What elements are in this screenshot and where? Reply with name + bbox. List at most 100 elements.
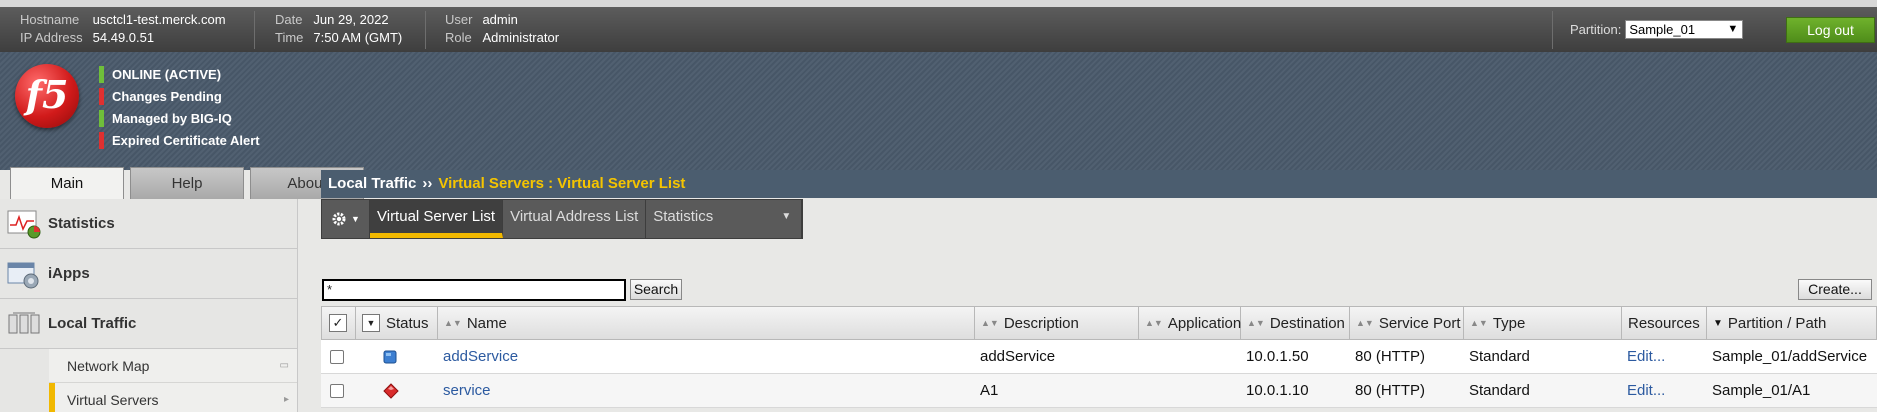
column-header-label: Name bbox=[466, 314, 507, 332]
row-select-cell bbox=[321, 374, 355, 407]
tab-statistics-label: Statistics bbox=[653, 208, 714, 225]
status-cell bbox=[355, 374, 437, 407]
f5-logo: f5 bbox=[15, 64, 79, 128]
status-filter-dropdown[interactable]: ▼ bbox=[362, 314, 380, 332]
chevron-right-icon: ▸ bbox=[283, 394, 289, 405]
tab-help[interactable]: Help bbox=[130, 167, 244, 199]
status-list: ONLINE (ACTIVE) Changes Pending Managed … bbox=[99, 66, 260, 154]
destination-cell: 10.0.1.10 bbox=[1246, 382, 1309, 399]
partition-label: Partition: bbox=[1570, 22, 1622, 37]
table-row[interactable]: addService addService 10.0.1.50 80 (HTTP… bbox=[321, 340, 1877, 374]
tab-main[interactable]: Main bbox=[10, 167, 124, 201]
application-cell bbox=[1138, 374, 1240, 407]
system-info-bar: Hostname usctcl1-test.merck.com IP Addre… bbox=[0, 7, 1877, 52]
statistics-icon bbox=[7, 210, 41, 238]
red-diamond-status-icon bbox=[383, 382, 399, 399]
name-header[interactable]: ▲▼ Name bbox=[438, 307, 975, 339]
role-value: Administrator bbox=[482, 30, 560, 45]
column-header-label: Service Port bbox=[1378, 314, 1461, 332]
virtual-server-link[interactable]: service bbox=[443, 382, 491, 399]
date-value: Jun 29, 2022 bbox=[313, 12, 389, 27]
search-button[interactable]: Search bbox=[630, 279, 682, 300]
column-header-label: Description bbox=[1003, 314, 1079, 332]
description-cell: A1 bbox=[980, 382, 999, 399]
popup-icon[interactable]: ▭ bbox=[280, 360, 289, 371]
status-header[interactable]: ▼ Status bbox=[356, 307, 438, 339]
time-label: Time bbox=[275, 30, 304, 45]
partition-path-header[interactable]: ▼ Partition / Path bbox=[1707, 307, 1872, 339]
banner: f5 ONLINE (ACTIVE) Changes Pending Manag… bbox=[0, 52, 1877, 170]
description-header[interactable]: ▲▼ Description bbox=[975, 307, 1139, 339]
status-bar-red bbox=[99, 88, 104, 105]
row-checkbox[interactable] bbox=[330, 349, 344, 364]
date-label: Date bbox=[275, 12, 303, 27]
status-online[interactable]: ONLINE (ACTIVE) bbox=[99, 66, 260, 83]
tab-virtual-server-list[interactable]: Virtual Server List bbox=[370, 200, 504, 238]
subtab-bar: ▼ Virtual Server List Virtual Address Li… bbox=[321, 199, 804, 239]
description-cell: addService bbox=[980, 348, 1056, 365]
edit-resources-link[interactable]: Edit... bbox=[1627, 382, 1665, 399]
resources-cell: Edit... bbox=[1621, 374, 1706, 407]
search-input[interactable]: * bbox=[322, 279, 626, 301]
tab-statistics[interactable]: Statistics ▼ bbox=[646, 200, 803, 238]
user-info: User admin Role Administrator bbox=[445, 11, 559, 46]
top-strip bbox=[0, 0, 1877, 7]
blue-square-status-icon bbox=[383, 350, 397, 363]
column-header-label: Status bbox=[386, 314, 429, 332]
sort-icon: ▲▼ bbox=[1247, 318, 1265, 328]
sidebar-subitem-network-map[interactable]: Network Map ▭ bbox=[49, 349, 297, 383]
table-row[interactable]: service A1 10.0.1.10 80 (HTTP) Standard … bbox=[321, 374, 1877, 408]
status-label: ONLINE (ACTIVE) bbox=[112, 67, 222, 82]
breadcrumb: Local Traffic ›› Virtual Servers : Virtual… bbox=[321, 170, 1877, 198]
type-header[interactable]: ▲▼ Type bbox=[1464, 307, 1622, 339]
sidebar-item-label: Local Traffic bbox=[48, 315, 137, 332]
status-changes-pending[interactable]: Changes Pending bbox=[99, 88, 260, 105]
status-label: Managed by BIG-IQ bbox=[112, 111, 232, 126]
sidebar-item-local-traffic[interactable]: Local Traffic bbox=[0, 299, 297, 349]
column-header-label: Application bbox=[1167, 314, 1242, 332]
gear-menu-button[interactable]: ▼ bbox=[322, 200, 370, 238]
tab-virtual-address-list[interactable]: Virtual Address List bbox=[503, 200, 647, 238]
sort-desc-icon: ▼ bbox=[1713, 317, 1723, 329]
sort-icon: ▲▼ bbox=[444, 318, 462, 328]
partition-value: Sample_01 bbox=[1629, 22, 1696, 37]
sort-icon: ▲▼ bbox=[1145, 318, 1163, 328]
hostname-value: usctcl1-test.merck.com bbox=[92, 12, 226, 27]
column-header-label: Type bbox=[1492, 314, 1526, 332]
status-managed[interactable]: Managed by BIG-IQ bbox=[99, 110, 260, 127]
partition-select[interactable]: Sample_01 ▼ bbox=[1625, 20, 1744, 39]
column-header-label: Partition / Path bbox=[1727, 314, 1827, 332]
logout-button[interactable]: Log out bbox=[1786, 17, 1875, 43]
application-header[interactable]: ▲▼ Application bbox=[1139, 307, 1241, 339]
sidebar-subitem-label: Virtual Servers bbox=[67, 391, 159, 408]
user-value: admin bbox=[482, 12, 518, 27]
row-checkbox[interactable] bbox=[330, 383, 344, 398]
table-header: ✓ ▼ Status ▲▼ Name ▲▼ Description ▲▼ App… bbox=[321, 306, 1877, 340]
destination-header[interactable]: ▲▼ Destination bbox=[1241, 307, 1350, 339]
sidebar-item-statistics[interactable]: Statistics bbox=[0, 199, 297, 249]
row-select-cell bbox=[321, 340, 355, 373]
name-cell: addService bbox=[437, 340, 974, 373]
status-label: Changes Pending bbox=[112, 89, 222, 104]
sidebar-subitem-virtual-servers[interactable]: Virtual Servers ▸ bbox=[49, 383, 297, 412]
chevron-down-icon: ▼ bbox=[781, 211, 792, 222]
virtual-server-link[interactable]: addService bbox=[443, 348, 518, 365]
partition-path-cell: Sample_01/addService bbox=[1712, 348, 1868, 365]
iapps-icon bbox=[7, 262, 39, 288]
sidebar-item-iapps[interactable]: iApps bbox=[0, 249, 297, 299]
user-label: User bbox=[445, 12, 473, 27]
status-label: Expired Certificate Alert bbox=[112, 133, 260, 148]
edit-resources-link[interactable]: Edit... bbox=[1627, 348, 1665, 365]
ip-label: IP Address bbox=[20, 30, 83, 45]
status-bar-green bbox=[99, 110, 104, 127]
create-button[interactable]: Create... bbox=[1798, 279, 1872, 300]
select-all-cell: ✓ bbox=[322, 307, 356, 339]
status-expired-cert[interactable]: Expired Certificate Alert bbox=[99, 132, 260, 149]
sort-icon: ▲▼ bbox=[1470, 318, 1488, 328]
breadcrumb-section[interactable]: Local Traffic bbox=[328, 175, 416, 192]
service-port-header[interactable]: ▲▼ Service Port bbox=[1350, 307, 1464, 339]
divider bbox=[254, 11, 255, 49]
virtual-server-table: ✓ ▼ Status ▲▼ Name ▲▼ Description ▲▼ App… bbox=[321, 306, 1877, 408]
select-all-checkbox[interactable]: ✓ bbox=[329, 314, 347, 332]
host-info: Hostname usctcl1-test.merck.com IP Addre… bbox=[20, 11, 226, 46]
